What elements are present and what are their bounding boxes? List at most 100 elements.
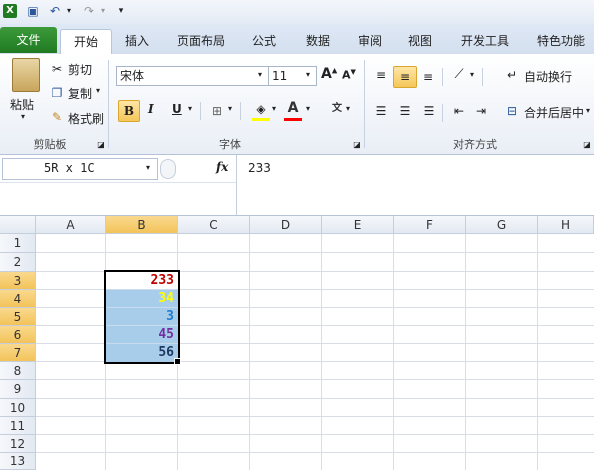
- selection-border: [104, 270, 180, 364]
- column-header-b[interactable]: B: [106, 216, 178, 234]
- row-header-1[interactable]: 1: [0, 234, 36, 253]
- grow-font-icon[interactable]: A▲: [321, 66, 337, 82]
- separator: [442, 68, 443, 86]
- merge-dropdown-icon[interactable]: ▾: [586, 106, 590, 115]
- fill-handle[interactable]: [174, 358, 181, 365]
- paste-icon[interactable]: [12, 58, 40, 92]
- wrap-text-icon: ↵: [506, 68, 518, 82]
- decrease-indent-icon[interactable]: ⇤: [450, 102, 468, 120]
- tab-page-layout[interactable]: 页面布局: [170, 29, 232, 54]
- gridline: [36, 252, 594, 253]
- align-left-icon[interactable]: ☰: [372, 102, 390, 120]
- formula-input[interactable]: 233: [248, 161, 271, 175]
- row-header-13[interactable]: 13: [0, 453, 36, 470]
- format-painter-button[interactable]: 格式刷: [68, 110, 104, 127]
- undo-dropdown-icon[interactable]: ▾: [62, 4, 76, 18]
- tab-review[interactable]: 审阅: [350, 29, 390, 54]
- separator: [200, 102, 201, 120]
- bold-button[interactable]: B: [118, 100, 140, 122]
- row-header-2[interactable]: 2: [0, 253, 36, 272]
- save-icon[interactable]: ▣: [26, 4, 40, 18]
- column-header-a[interactable]: A: [36, 216, 106, 234]
- redo-dropdown-icon[interactable]: ▾: [96, 4, 110, 18]
- fill-color-swatch: [252, 118, 270, 121]
- alignment-group-label: 对齐方式: [453, 138, 497, 151]
- borders-dropdown-icon[interactable]: ▾: [228, 104, 232, 113]
- row-header-11[interactable]: 11: [0, 417, 36, 435]
- underline-button[interactable]: U: [172, 102, 182, 116]
- increase-indent-icon[interactable]: ⇥: [472, 102, 490, 120]
- insert-function-button[interactable]: fx: [216, 160, 228, 174]
- column-header-e[interactable]: E: [322, 216, 394, 234]
- scissors-icon: ✂: [51, 62, 63, 76]
- redo-icon[interactable]: ↷: [82, 4, 96, 18]
- row-header-12[interactable]: 12: [0, 435, 36, 453]
- column-header-d[interactable]: D: [250, 216, 322, 234]
- format-painter-icon: ✎: [51, 110, 63, 124]
- borders-icon[interactable]: ⊞: [208, 102, 226, 120]
- row-header-8[interactable]: 8: [0, 362, 36, 380]
- font-group-label: 字体: [219, 138, 241, 151]
- row-header-10[interactable]: 10: [0, 399, 36, 417]
- copy-dropdown-icon[interactable]: ▾: [96, 86, 100, 95]
- row-header-7[interactable]: 7: [0, 344, 36, 362]
- tab-data[interactable]: 数据: [298, 29, 338, 54]
- align-top-icon[interactable]: ≡: [372, 66, 390, 84]
- select-all-corner[interactable]: [0, 216, 36, 234]
- column-header-f[interactable]: F: [394, 216, 466, 234]
- font-name-select[interactable]: 宋体: [116, 66, 269, 86]
- cut-button[interactable]: 剪切: [68, 61, 92, 78]
- customize-toolbar-icon[interactable]: ▾: [114, 4, 128, 18]
- separator: [482, 68, 483, 86]
- alignment-launcher-icon[interactable]: ◪: [578, 136, 594, 154]
- quick-access-toolbar: X ▣ ↶ ▾ ↷ ▾ ▾: [0, 0, 594, 25]
- font-name-dropdown-icon[interactable]: ▾: [258, 70, 262, 79]
- row-header-3[interactable]: 3: [0, 272, 36, 290]
- paste-dropdown-icon[interactable]: ▾: [21, 112, 25, 121]
- tab-insert[interactable]: 插入: [116, 29, 158, 54]
- italic-button[interactable]: I: [148, 102, 154, 116]
- clipboard-group-label: 剪贴板: [33, 138, 67, 151]
- row-header-4[interactable]: 4: [0, 290, 36, 308]
- copy-button[interactable]: 复制: [68, 85, 92, 102]
- tab-home[interactable]: 开始: [60, 29, 112, 55]
- align-center-icon[interactable]: ☰: [396, 102, 414, 120]
- shrink-font-icon[interactable]: A▼: [342, 68, 356, 82]
- underline-dropdown-icon[interactable]: ▾: [188, 104, 192, 113]
- worksheet-grid[interactable]: A B C D E F G H 1 2 3 4 5 6 7 8 9 10 11 …: [0, 216, 594, 470]
- merge-center-button[interactable]: 合并后居中: [524, 104, 584, 121]
- orientation-icon[interactable]: ⟋: [450, 66, 468, 84]
- orientation-dropdown-icon[interactable]: ▾: [470, 70, 474, 79]
- phonetic-dropdown-icon[interactable]: ▾: [346, 104, 350, 113]
- undo-icon[interactable]: ↶: [48, 4, 62, 18]
- font-color-swatch: [284, 118, 302, 121]
- align-right-icon[interactable]: ☰: [420, 102, 438, 120]
- name-box-dropdown-icon[interactable]: ▾: [146, 163, 150, 172]
- wrap-text-button[interactable]: 自动换行: [524, 68, 572, 85]
- fill-color-icon[interactable]: ◈: [252, 100, 270, 118]
- separator: [108, 60, 109, 148]
- tab-developer[interactable]: 开发工具: [454, 29, 516, 54]
- phonetic-guide-icon[interactable]: 文: [328, 100, 346, 118]
- tab-formulas[interactable]: 公式: [244, 29, 284, 54]
- column-header-g[interactable]: G: [466, 216, 538, 234]
- column-header-h[interactable]: H: [538, 216, 594, 234]
- gridline: [36, 434, 594, 435]
- align-middle-icon[interactable]: ≡: [393, 66, 417, 88]
- separator: [364, 60, 365, 148]
- align-bottom-icon[interactable]: ≡: [419, 68, 437, 86]
- fill-color-dropdown-icon[interactable]: ▾: [272, 104, 276, 113]
- font-size-dropdown-icon[interactable]: ▾: [306, 70, 310, 79]
- font-color-icon[interactable]: A: [284, 99, 302, 117]
- row-header-5[interactable]: 5: [0, 308, 36, 326]
- tab-view[interactable]: 视图: [400, 29, 440, 54]
- column-header-c[interactable]: C: [178, 216, 250, 234]
- row-header-9[interactable]: 9: [0, 380, 36, 399]
- row-header-6[interactable]: 6: [0, 326, 36, 344]
- formula-bar-resize-handle[interactable]: [160, 159, 176, 179]
- tab-file[interactable]: 文件: [0, 27, 57, 53]
- paste-button[interactable]: 粘贴: [10, 96, 34, 113]
- gridline: [36, 452, 594, 453]
- tab-special-features[interactable]: 特色功能: [530, 29, 592, 54]
- font-color-dropdown-icon[interactable]: ▾: [306, 104, 310, 113]
